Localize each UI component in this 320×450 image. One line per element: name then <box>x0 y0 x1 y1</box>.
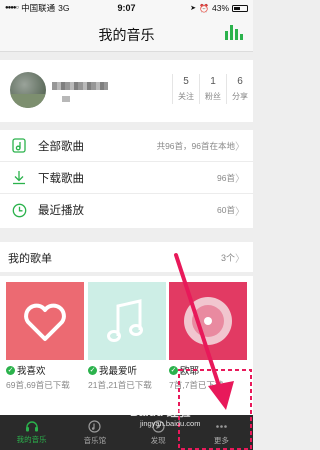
tab-label: 更多 <box>213 435 229 445</box>
stat-followers[interactable]: 1 粉丝 <box>199 74 226 104</box>
playlist-grid: ✓ 我喜欢 69首,69首已下载 ✓ 我最爱听 21首,21首已下载 ✓ 欧耶 7首,… <box>0 276 253 415</box>
chevron-right-icon: 〉 <box>235 142 245 153</box>
playlist-section: 我的歌单 3个 〉 ✓ 我喜欢 69首,69首已下载 ✓ 我最爱听 21首,21首已… <box>0 242 253 415</box>
stat-shares[interactable]: 6 分享 <box>226 74 253 104</box>
downloaded-check-icon: ✓ <box>6 365 15 375</box>
playlist-tile-most-loved[interactable]: ✓ 我最爱听 21首,21首已下载 <box>88 282 166 391</box>
playlist-tile-favorites[interactable]: ✓ 我喜欢 69首,69首已下载 <box>6 282 84 391</box>
tab-music-hall[interactable]: 音乐馆 <box>63 415 126 450</box>
playlist-name: 我最爱听 <box>99 366 138 377</box>
battery-icon <box>232 4 248 12</box>
discover-icon <box>152 419 165 433</box>
stat-value: 1 <box>210 76 216 87</box>
network-label: 3G <box>58 3 70 13</box>
playlist-cover <box>169 282 247 360</box>
battery-percent: 43% <box>211 3 229 13</box>
chevron-right-icon: 〉 <box>235 174 245 185</box>
tab-bar: 我的音乐 音乐馆 发现 更多 <box>0 415 253 450</box>
stat-value: 5 <box>183 76 189 87</box>
stat-label: 粉丝 <box>205 92 221 101</box>
download-icon <box>0 170 38 185</box>
list-item-label: 下载歌曲 <box>38 172 84 185</box>
music-hall-icon <box>88 419 101 433</box>
playlist-sub: 21首,21首已下载 <box>88 380 152 390</box>
avatar[interactable] <box>10 72 46 108</box>
list-item-info: 共96首，96首在本地 <box>156 140 235 151</box>
list-item-downloads[interactable]: 下载歌曲 96首 〉 <box>0 162 253 194</box>
stat-label: 分享 <box>232 92 248 101</box>
page-title: 我的音乐 <box>98 27 155 43</box>
headphones-icon <box>25 421 38 432</box>
stat-following[interactable]: 5 关注 <box>172 74 199 104</box>
list-item-info: 60首 <box>217 205 235 215</box>
equalizer-icon[interactable] <box>225 24 243 40</box>
library-list: 全部歌曲 共96首，96首在本地 〉 下载歌曲 96首 〉 最近播放 60首 〉 <box>0 130 253 228</box>
section-title: 我的歌单 <box>8 253 52 265</box>
downloaded-check-icon: ✓ <box>169 365 178 375</box>
user-detail-blurred <box>62 96 70 102</box>
list-item-label: 全部歌曲 <box>38 140 84 153</box>
carrier-label: 中国联通 <box>21 3 56 13</box>
status-bar: ●●●●○ 中国联通 3G 9:07 ➤ ⏰ 43% <box>0 0 253 16</box>
playlist-count: 3个 <box>220 253 235 263</box>
stat-label: 关注 <box>178 92 194 101</box>
tab-label: 音乐馆 <box>83 435 107 445</box>
username-blurred <box>52 82 108 90</box>
profile-card[interactable]: 5 关注 1 粉丝 6 分享 <box>0 60 253 122</box>
tab-label: 发现 <box>150 435 166 445</box>
list-item-info: 96首 <box>217 172 235 183</box>
list-item-all-songs[interactable]: 全部歌曲 共96首，96首在本地 〉 <box>0 130 253 162</box>
tab-more[interactable]: 更多 <box>190 415 253 450</box>
heart-icon <box>24 303 66 341</box>
stat-value: 6 <box>237 76 243 87</box>
playlist-tile-oye[interactable]: ✓ 欧耶 7首,7首已下载 <box>169 282 247 391</box>
list-item-label: 最近播放 <box>38 205 84 217</box>
playlist-sub: 7首,7首已下载 <box>169 380 224 390</box>
chevron-right-icon: 〉 <box>235 254 245 265</box>
playlist-name: 我喜欢 <box>17 366 46 377</box>
downloaded-check-icon: ✓ <box>88 365 97 375</box>
signal-icon: ●●●●○ <box>5 5 19 11</box>
album-art-icon <box>184 297 232 345</box>
clock-icon <box>0 203 38 218</box>
chevron-right-icon: 〉 <box>235 206 245 218</box>
profile-stats: 5 关注 1 粉丝 6 分享 <box>172 74 253 104</box>
playlist-header[interactable]: 我的歌单 3个 〉 <box>0 242 253 272</box>
nav-bar: 我的音乐 <box>0 16 253 52</box>
playlist-name: 欧耶 <box>180 366 200 377</box>
music-note-icon <box>107 299 143 342</box>
playlist-cover <box>88 282 166 360</box>
location-icon: ➤ <box>190 5 197 12</box>
more-icon <box>216 424 227 428</box>
alarm-icon: ⏰ <box>199 3 209 13</box>
playlist-sub: 69首,69首已下载 <box>6 380 70 390</box>
playlist-cover <box>6 282 84 360</box>
tab-label: 我的音乐 <box>16 435 47 444</box>
tab-my-music[interactable]: 我的音乐 <box>0 415 63 450</box>
music-file-icon <box>0 138 38 153</box>
list-item-recent[interactable]: 最近播放 60首 〉 <box>0 194 253 226</box>
tab-discover[interactable]: 发现 <box>127 415 190 450</box>
